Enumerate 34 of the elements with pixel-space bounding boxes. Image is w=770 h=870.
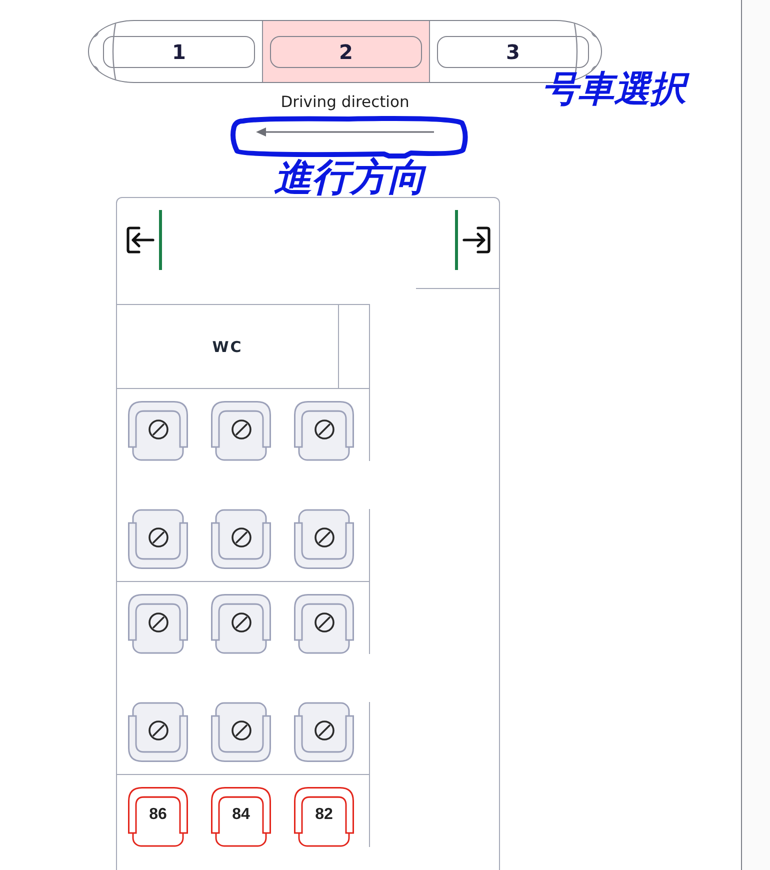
seat[interactable] xyxy=(211,401,271,461)
annotation-text: 進行方向 xyxy=(274,157,426,197)
exit-icon xyxy=(462,225,492,255)
seat[interactable] xyxy=(128,594,188,654)
seat[interactable] xyxy=(294,401,354,461)
blocked-icon xyxy=(314,418,334,440)
blocked-icon xyxy=(314,612,334,632)
coach-button[interactable]: 1 xyxy=(103,36,255,68)
coach-button[interactable]: 3 xyxy=(437,36,589,68)
door-marker-icon xyxy=(159,210,162,270)
blocked-icon xyxy=(230,612,252,632)
seat[interactable] xyxy=(211,702,271,762)
blocked-icon xyxy=(148,612,168,632)
seat[interactable] xyxy=(294,702,354,762)
seat[interactable] xyxy=(211,594,271,654)
blocked-icon xyxy=(148,418,168,440)
seat[interactable] xyxy=(128,509,188,569)
seat[interactable] xyxy=(128,702,188,762)
seat[interactable] xyxy=(211,509,271,569)
toilet-room: WC xyxy=(117,305,339,388)
blocked-icon xyxy=(230,418,252,440)
blocked-icon xyxy=(148,526,168,548)
blocked-icon xyxy=(230,720,252,740)
blocked-icon xyxy=(230,526,252,548)
door-marker-icon xyxy=(455,210,458,270)
coach-button[interactable]: 2 xyxy=(270,36,422,68)
seat[interactable] xyxy=(294,509,354,569)
blocked-icon xyxy=(148,720,168,740)
seat[interactable] xyxy=(294,594,354,654)
blocked-icon xyxy=(314,526,334,548)
blocked-icon xyxy=(314,720,334,740)
exit-icon xyxy=(125,225,155,255)
seat[interactable] xyxy=(128,401,188,461)
direction-label: Driving direction xyxy=(280,92,410,112)
